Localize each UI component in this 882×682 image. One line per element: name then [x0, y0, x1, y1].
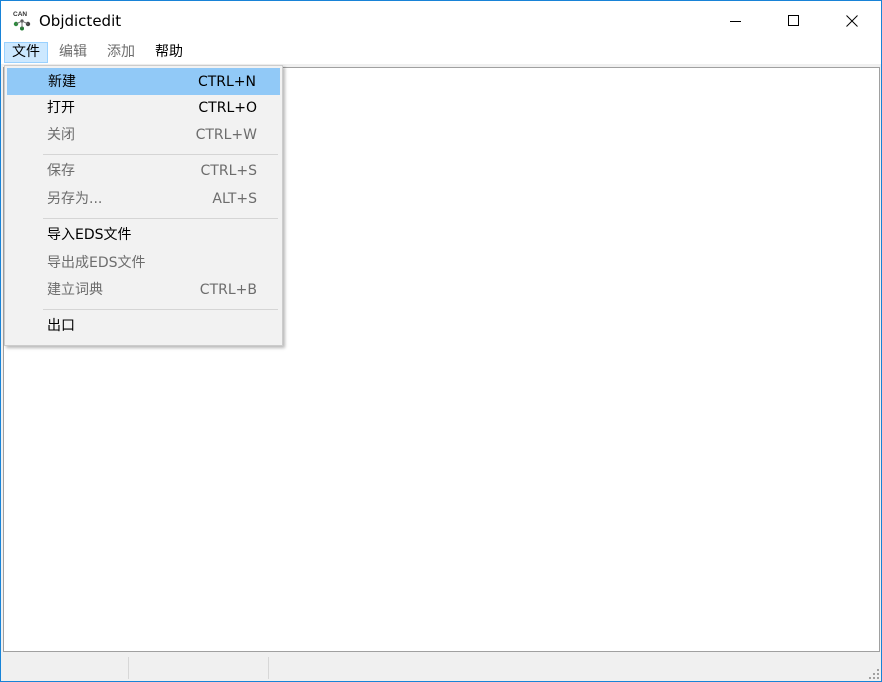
menu-item-shortcut: CTRL+S [200, 163, 257, 179]
svg-text:CAN: CAN [13, 11, 27, 18]
menu-item-open[interactable]: 打开 CTRL+O [7, 95, 280, 122]
menu-item-shortcut: CTRL+W [195, 127, 257, 143]
status-bar [1, 654, 881, 681]
menu-item-label: 保存 [47, 163, 75, 179]
menu-item-export-eds[interactable]: 导出成EDS文件 [7, 250, 280, 277]
menu-item-exit[interactable]: 出口 [7, 313, 280, 340]
menu-item-save[interactable]: 保存 CTRL+S [7, 158, 280, 185]
menu-item-shortcut: ALT+S [212, 191, 257, 207]
menu-separator [43, 154, 278, 155]
file-menu-dropdown: 新建 CTRL+N 打开 CTRL+O 关闭 CTRL+W 保存 CTRL+S … [4, 65, 283, 346]
close-button[interactable] [823, 1, 881, 41]
menu-separator [43, 218, 278, 219]
can-network-icon: CAN [13, 11, 31, 31]
status-pane-3 [271, 657, 867, 679]
maximize-icon [788, 15, 799, 26]
menu-separator [43, 309, 278, 310]
title-bar[interactable]: CAN Objdictedit [1, 1, 881, 41]
menu-item-label: 另存为... [47, 191, 103, 207]
app-window: CAN Objdictedit 文件 编辑 添加 帮助 新建 CTRL+N 打开… [0, 0, 882, 682]
menu-item-close[interactable]: 关闭 CTRL+W [7, 122, 280, 149]
menu-add[interactable]: 添加 [100, 42, 142, 63]
menu-bar: 文件 编辑 添加 帮助 [1, 41, 881, 64]
menu-item-save-as[interactable]: 另存为... ALT+S [7, 186, 280, 213]
menu-item-import-eds[interactable]: 导入EDS文件 [7, 222, 280, 249]
menu-item-shortcut: CTRL+B [199, 282, 257, 298]
menu-item-new[interactable]: 新建 CTRL+N [7, 68, 280, 95]
menu-item-label: 导入EDS文件 [47, 227, 132, 243]
close-icon [846, 15, 858, 27]
minimize-button[interactable] [707, 1, 765, 41]
menu-item-label: 出口 [47, 318, 75, 334]
menu-item-label: 建立词典 [47, 282, 103, 298]
status-pane-2 [131, 657, 269, 679]
resize-grip-icon[interactable] [869, 669, 879, 679]
menu-file[interactable]: 文件 [4, 42, 48, 63]
maximize-button[interactable] [765, 1, 823, 41]
menu-item-build-dictionary[interactable]: 建立词典 CTRL+B [7, 277, 280, 304]
menu-edit[interactable]: 编辑 [52, 42, 94, 63]
window-title: Objdictedit [39, 12, 122, 30]
menu-item-shortcut: CTRL+N [197, 74, 256, 90]
menu-item-shortcut: CTRL+O [198, 100, 257, 116]
menu-help[interactable]: 帮助 [148, 42, 190, 63]
minimize-icon [730, 21, 741, 22]
menu-item-label: 关闭 [47, 127, 75, 143]
menu-item-label: 打开 [47, 100, 75, 116]
menu-item-label: 新建 [48, 74, 76, 90]
status-pane-1 [3, 657, 129, 679]
menu-item-label: 导出成EDS文件 [47, 255, 146, 271]
